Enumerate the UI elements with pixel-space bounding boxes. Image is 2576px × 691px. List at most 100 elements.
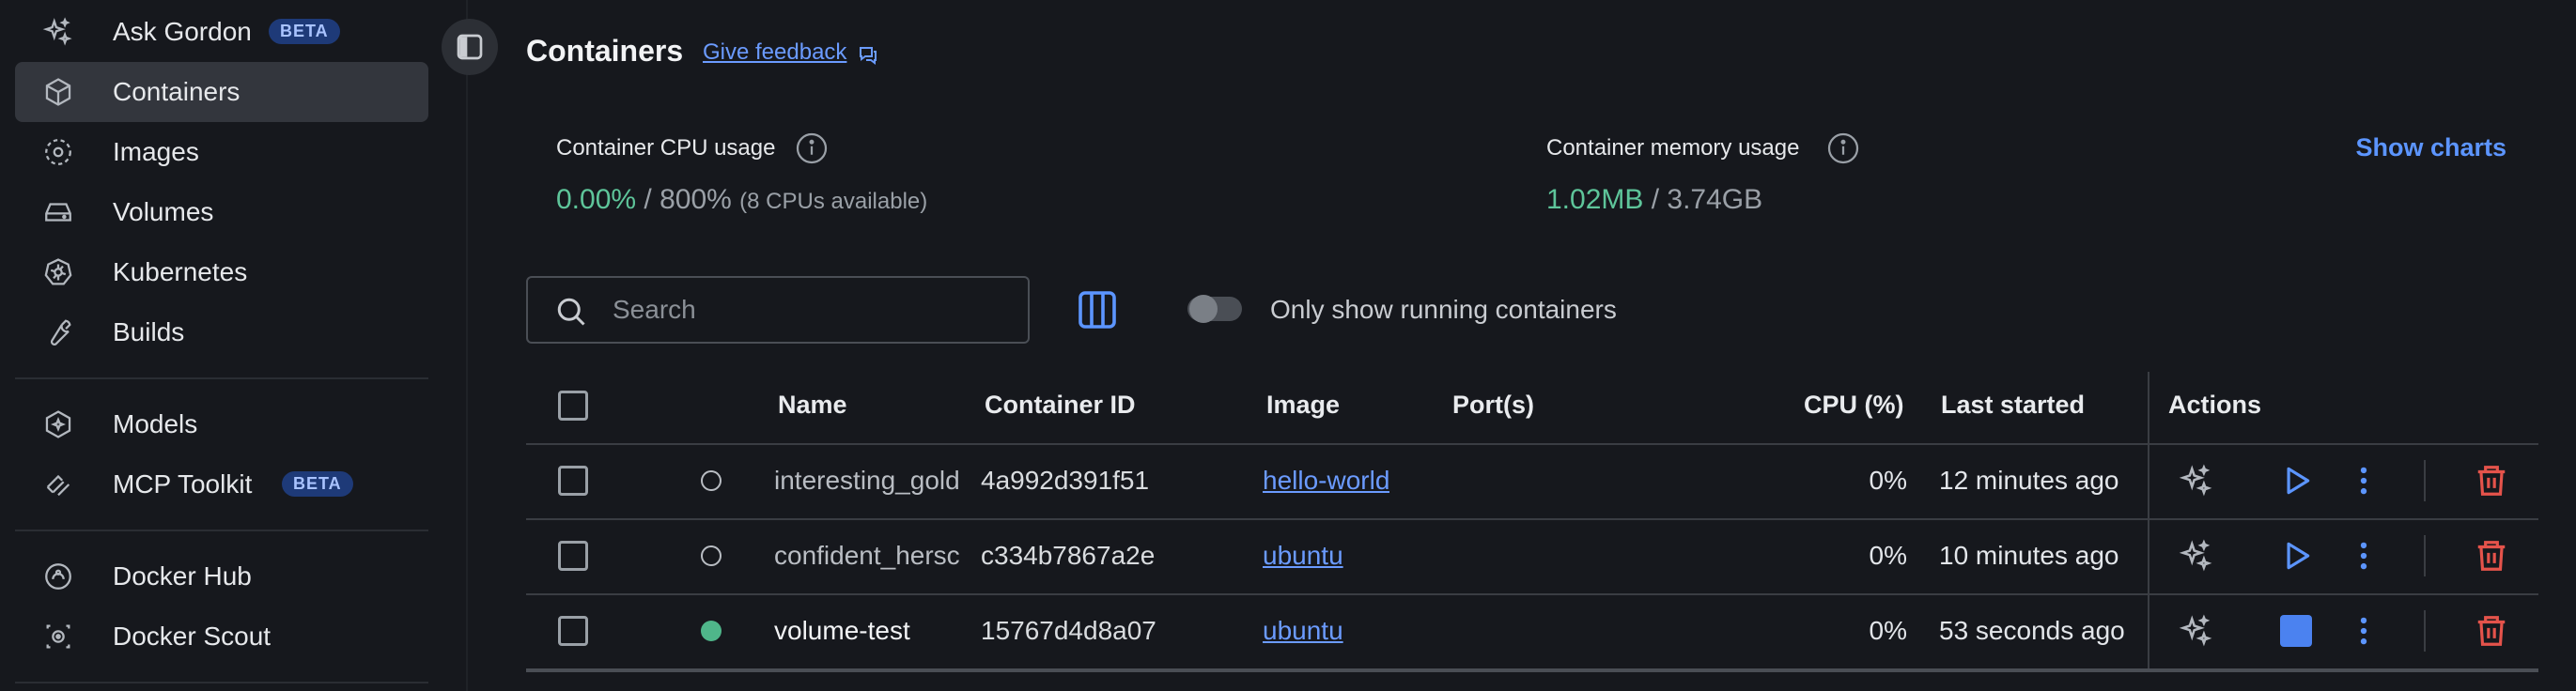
sidebar-item-docker-hub[interactable]: Docker Hub — [15, 546, 428, 607]
status-running-icon — [701, 621, 722, 641]
row-checkbox[interactable] — [558, 541, 588, 571]
beta-badge: BETA — [269, 19, 340, 44]
hard-drive-icon — [41, 195, 75, 229]
sidebar-item-label: Builds — [113, 317, 185, 346]
sidebar-item-label: Volumes — [113, 197, 214, 226]
kebab-menu-icon — [2360, 617, 2367, 645]
cpu-usage-label: Container CPU usage — [556, 135, 776, 161]
column-header-image[interactable]: Image — [1266, 391, 1340, 420]
panel-toggle-button[interactable] — [442, 19, 498, 75]
column-header-container-id[interactable]: Container ID — [985, 391, 1136, 420]
cpu-percent: 0% — [1869, 616, 1907, 645]
column-header-cpu[interactable]: CPU (%) — [1804, 391, 1904, 420]
start-button[interactable] — [2277, 462, 2315, 499]
toolkit-icon — [41, 468, 75, 501]
only-running-toggle[interactable] — [1187, 295, 1242, 323]
image-link[interactable]: ubuntu — [1263, 541, 1343, 571]
info-icon[interactable] — [1826, 131, 1860, 165]
more-options-button[interactable] — [2345, 612, 2382, 650]
container-id: 4a992d391f51 — [981, 466, 1150, 495]
status-stopped-icon — [701, 545, 722, 566]
info-icon[interactable] — [795, 131, 829, 165]
trash-icon — [2477, 616, 2506, 646]
toggle-knob — [1189, 295, 1218, 323]
start-button[interactable] — [2277, 537, 2315, 575]
memory-usage-value: 1.02MB / 3.74GB — [1546, 184, 1762, 216]
cpu-percent: 0% — [1869, 466, 1907, 495]
memory-separator: / — [1643, 184, 1668, 215]
sidebar-item-models[interactable]: Models — [15, 394, 428, 454]
ask-gordon-action-button[interactable] — [2178, 612, 2215, 650]
feedback-icon[interactable] — [857, 43, 879, 66]
container-id: 15767d4d8a07 — [981, 616, 1156, 645]
stop-button[interactable] — [2277, 612, 2315, 650]
more-options-button[interactable] — [2345, 462, 2382, 499]
container-name[interactable]: interesting_gold — [774, 466, 970, 496]
sidebar-item-images[interactable]: Images — [15, 122, 428, 182]
last-started: 53 seconds ago — [1939, 616, 2125, 645]
delete-button[interactable] — [2473, 537, 2510, 575]
sparkle-icon — [41, 15, 75, 49]
image-link[interactable]: hello-world — [1263, 466, 1389, 496]
column-header-actions: Actions — [2168, 391, 2262, 419]
cpu-usage-value: 0.00% / 800% (8 CPUs available) — [556, 184, 927, 216]
sidebar-item-label: Docker Scout — [113, 622, 272, 651]
memory-usage-label: Container memory usage — [1546, 135, 1800, 161]
sidebar-item-docker-scout[interactable]: Docker Scout — [15, 607, 428, 667]
actions-column-divider — [2148, 372, 2149, 672]
sidebar: Ask Gordon BETA Containers Images Volume… — [0, 0, 466, 691]
row-checkbox[interactable] — [558, 466, 588, 496]
ask-gordon-action-button[interactable] — [2178, 537, 2215, 575]
give-feedback-link[interactable]: Give feedback — [703, 39, 846, 66]
delete-button[interactable] — [2473, 462, 2510, 499]
sidebar-item-builds[interactable]: Builds — [15, 302, 428, 362]
hub-icon — [41, 560, 75, 593]
kebab-menu-icon — [2360, 467, 2367, 495]
memory-total: 3.74GB — [1667, 184, 1763, 215]
last-started: 10 minutes ago — [1939, 541, 2119, 570]
sparkle-icon — [2179, 464, 2212, 497]
sidebar-item-label: Containers — [113, 77, 241, 106]
container-name[interactable]: volume-test — [774, 616, 970, 646]
sidebar-divider — [15, 682, 428, 683]
sidebar-item-ask-gordon[interactable]: Ask Gordon BETA — [15, 2, 428, 62]
columns-icon[interactable] — [1075, 287, 1120, 332]
wrench-icon — [41, 315, 75, 349]
sidebar-separator — [466, 0, 468, 691]
ask-gordon-action-button[interactable] — [2178, 462, 2215, 499]
sidebar-item-volumes[interactable]: Volumes — [15, 182, 428, 242]
column-header-last-started[interactable]: Last started — [1941, 391, 2085, 420]
search-icon — [557, 298, 585, 326]
row-checkbox[interactable] — [558, 616, 588, 646]
column-header-ports[interactable]: Port(s) — [1452, 391, 1534, 420]
sidebar-divider — [15, 377, 428, 379]
beta-badge: BETA — [282, 471, 353, 497]
search-input[interactable] — [613, 291, 1007, 329]
cpu-percent: 0% — [1869, 541, 1907, 570]
container-name[interactable]: confident_hersc — [774, 541, 970, 571]
kebab-menu-icon — [2360, 542, 2367, 570]
image-link[interactable]: ubuntu — [1263, 616, 1343, 646]
cpu-used: 0.00% — [556, 184, 637, 215]
sidebar-item-kubernetes[interactable]: Kubernetes — [15, 242, 428, 302]
containers-table: Name Container ID Image Port(s) CPU (%) … — [526, 372, 2538, 672]
column-header-name[interactable]: Name — [778, 391, 847, 420]
sparkle-icon — [2179, 614, 2212, 647]
sidebar-item-label: MCP Toolkit — [113, 469, 253, 499]
delete-button[interactable] — [2473, 612, 2510, 650]
cpu-total: 800% — [660, 184, 732, 215]
more-options-button[interactable] — [2345, 537, 2382, 575]
select-all-checkbox[interactable] — [558, 391, 588, 421]
sidebar-item-label: Kubernetes — [113, 257, 248, 286]
play-icon — [2287, 542, 2310, 570]
sidebar-item-containers[interactable]: Containers — [15, 62, 428, 122]
sidebar-item-mcp-toolkit[interactable]: MCP Toolkit BETA — [15, 454, 428, 514]
table-bottom-border — [526, 668, 2538, 672]
search-box[interactable] — [526, 276, 1030, 344]
page-title: Containers — [526, 34, 684, 68]
trash-icon — [2477, 541, 2506, 571]
action-divider — [2424, 460, 2426, 501]
show-charts-link[interactable]: Show charts — [2355, 133, 2506, 162]
row-divider — [526, 593, 2538, 595]
sidebar-toggle-icon — [457, 34, 483, 60]
